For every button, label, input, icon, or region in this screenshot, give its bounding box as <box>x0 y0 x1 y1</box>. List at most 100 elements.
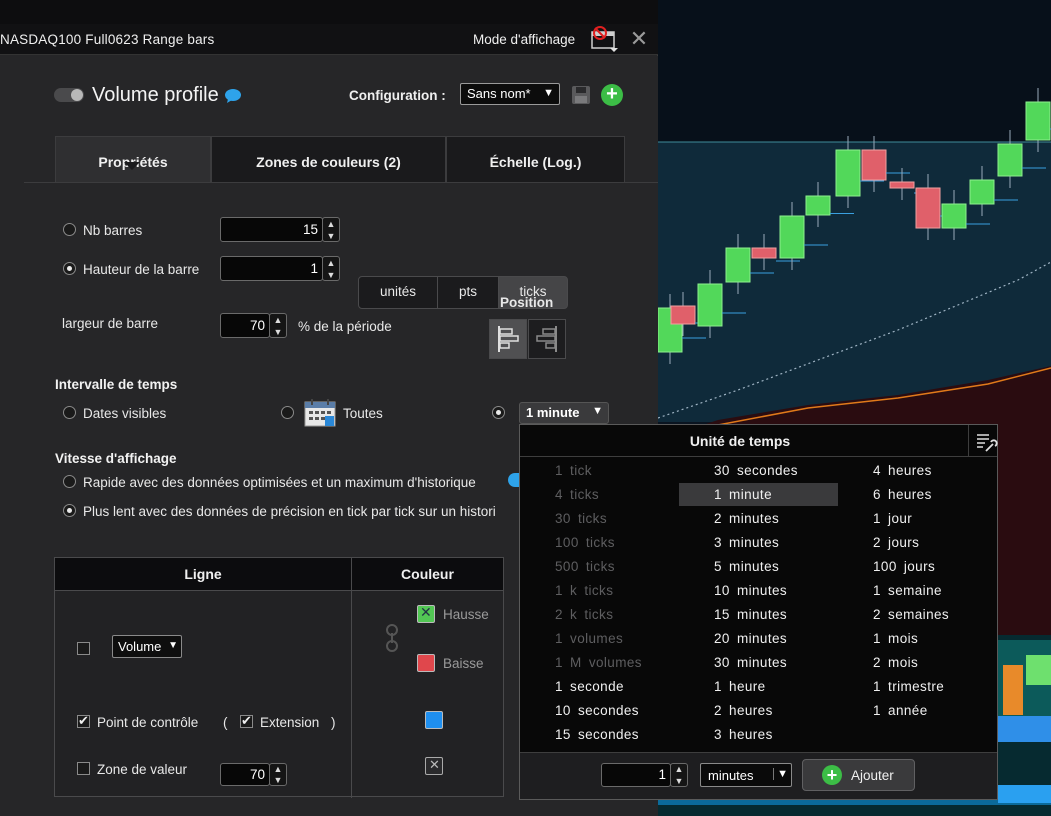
time-unit-option: 1 k ticks <box>555 583 614 598</box>
paren-open: ( <box>223 715 228 730</box>
radio-rapide[interactable] <box>63 475 76 488</box>
volume-select[interactable]: Volume ▼ <box>112 635 182 658</box>
col-couleur-header: Couleur <box>401 566 454 582</box>
time-unit-option[interactable]: 1 semaine <box>873 583 942 598</box>
radio-toutes[interactable] <box>281 406 294 419</box>
custom-unit-stepper[interactable]: ▲ ▼ <box>670 763 688 787</box>
time-unit-option: 2 k ticks <box>555 607 614 622</box>
unit-pts-button[interactable]: pts <box>437 276 499 309</box>
time-unit-option[interactable]: 30 secondes <box>714 463 798 478</box>
point-controle-checkbox[interactable] <box>77 713 90 729</box>
table-header: Ligne Couleur <box>55 558 503 591</box>
calendar-icon[interactable] <box>303 398 337 428</box>
unit-unites-button[interactable]: unités <box>358 276 438 309</box>
tab-divider <box>24 182 658 183</box>
chevron-up-icon[interactable]: ▲ <box>326 219 336 229</box>
zone-valeur-stepper[interactable]: ▲ ▼ <box>269 763 287 786</box>
hauteur-barre-input[interactable]: 1 <box>220 256 323 281</box>
zone-valeur-label: Zone de valeur <box>97 762 188 777</box>
custom-unit-select[interactable]: minutes ▼ <box>700 763 792 787</box>
time-unit-option[interactable]: 15 minutes <box>714 607 787 622</box>
poc-color-swatch[interactable] <box>425 711 443 729</box>
time-unit-option[interactable]: 1 seconde <box>555 679 624 694</box>
display-mode-label[interactable]: Mode d'affichage <box>473 32 575 47</box>
time-unit-option[interactable]: 1 jour <box>873 511 912 526</box>
time-unit-option[interactable]: 3 heures <box>714 727 773 742</box>
volume-select-value: Volume <box>118 639 162 654</box>
point-controle-label: Point de contrôle <box>97 715 199 730</box>
indicator-toggle[interactable] <box>54 88 84 102</box>
baisse-color-swatch[interactable] <box>417 654 435 672</box>
add-configuration-button[interactable]: + <box>601 84 623 106</box>
time-unit-option[interactable]: 1 trimestre <box>873 679 944 694</box>
radio-hauteur-barre[interactable] <box>63 262 76 275</box>
window-titlebar[interactable]: NASDAQ100 Full0623 Range bars Mode d'aff… <box>0 24 658 55</box>
chevron-up-icon[interactable]: ▲ <box>273 315 283 325</box>
hausse-color-swatch[interactable]: ✕ <box>417 604 435 623</box>
time-unit-option[interactable]: 1 mois <box>873 631 918 646</box>
hauteur-barre-stepper[interactable]: ▲ ▼ <box>322 256 340 281</box>
radio-unite-temps[interactable] <box>492 406 505 419</box>
time-unit-option[interactable]: 30 minutes <box>714 655 787 670</box>
unite-temps-select[interactable]: 1 minute ▼ <box>519 402 609 424</box>
close-icon: ✕ <box>420 604 432 620</box>
zone-valeur-input[interactable]: 70 <box>220 763 270 786</box>
chevron-down-icon: ▼ <box>773 768 788 780</box>
zone-valeur-checkbox[interactable] <box>77 762 90 775</box>
popup-footer: 1 ▲ ▼ minutes ▼ + Ajouter <box>520 752 997 799</box>
chevron-up-icon[interactable]: ▲ <box>273 764 283 774</box>
time-unit-option[interactable]: 2 heures <box>714 703 773 718</box>
time-unit-option[interactable]: 20 minutes <box>714 631 787 646</box>
zone-valeur-color-swatch[interactable]: ✕ <box>425 757 443 775</box>
position-right-button[interactable] <box>528 319 566 359</box>
largeur-barre-input[interactable]: 70 <box>220 313 270 338</box>
time-unit-option[interactable]: 2 mois <box>873 655 918 670</box>
time-unit-option[interactable]: 3 minutes <box>714 535 779 550</box>
intervalle-section-title: Intervalle de temps <box>55 377 178 392</box>
chevron-down-icon[interactable]: ▼ <box>273 327 283 337</box>
custom-unit-value-input[interactable]: 1 <box>601 763 671 787</box>
configuration-select[interactable]: Sans nom* ▼ <box>460 83 560 105</box>
save-icon[interactable] <box>570 84 592 106</box>
radio-dates-visibles[interactable] <box>63 406 76 419</box>
chevron-down-icon[interactable]: ▼ <box>326 231 336 241</box>
nb-barres-stepper[interactable]: ▲ ▼ <box>322 217 340 242</box>
chevron-up-icon[interactable]: ▲ <box>674 764 684 774</box>
popup-menu-button[interactable] <box>968 425 998 457</box>
chevron-up-icon[interactable]: ▲ <box>326 258 336 268</box>
time-unit-option[interactable]: 2 jours <box>873 535 919 550</box>
time-unit-option[interactable]: 10 secondes <box>555 703 639 718</box>
display-mode-icon[interactable] <box>588 25 622 53</box>
tab-echelle[interactable]: Échelle (Log.) <box>446 136 625 183</box>
chevron-down-icon[interactable]: ▼ <box>273 775 283 785</box>
time-unit-option[interactable]: 1 heure <box>714 679 766 694</box>
close-button[interactable]: ✕ <box>628 28 650 50</box>
radio-lent[interactable] <box>63 504 76 517</box>
time-unit-option[interactable]: 4 heures <box>873 463 932 478</box>
extension-checkbox[interactable] <box>240 713 253 729</box>
add-unit-button[interactable]: + Ajouter <box>802 759 915 791</box>
time-unit-option[interactable]: 1 année <box>873 703 928 718</box>
chevron-down-icon[interactable]: ▼ <box>326 270 336 280</box>
time-unit-option[interactable]: 6 heures <box>873 487 932 502</box>
tab-proprietes[interactable]: Propriétés <box>55 136 211 183</box>
time-unit-option[interactable]: 2 semaines <box>873 607 949 622</box>
time-unit-option-selected[interactable]: 1 minute <box>679 483 838 506</box>
time-unit-option[interactable]: 10 minutes <box>714 583 787 598</box>
radio-nb-barres[interactable] <box>63 223 76 236</box>
time-unit-option[interactable]: 5 minutes <box>714 559 779 574</box>
tab-zones-couleurs[interactable]: Zones de couleurs (2) <box>211 136 446 183</box>
time-unit-option[interactable]: 15 secondes <box>555 727 639 742</box>
position-left-button[interactable] <box>489 319 527 359</box>
time-unit-option[interactable]: 100 jours <box>873 559 935 574</box>
chevron-down-icon[interactable]: ▼ <box>674 776 684 786</box>
nb-barres-input[interactable]: 15 <box>220 217 323 242</box>
baisse-label: Baisse <box>443 656 484 671</box>
info-bubble-icon[interactable] <box>224 89 242 103</box>
time-unit-option[interactable]: 2 minutes <box>714 511 779 526</box>
window-title: NASDAQ100 Full0623 Range bars <box>0 32 215 47</box>
link-icon[interactable] <box>385 624 399 654</box>
largeur-barre-stepper[interactable]: ▲ ▼ <box>269 313 287 338</box>
time-unit-option: 1 M volumes <box>555 655 642 670</box>
volume-checkbox[interactable] <box>77 642 90 655</box>
